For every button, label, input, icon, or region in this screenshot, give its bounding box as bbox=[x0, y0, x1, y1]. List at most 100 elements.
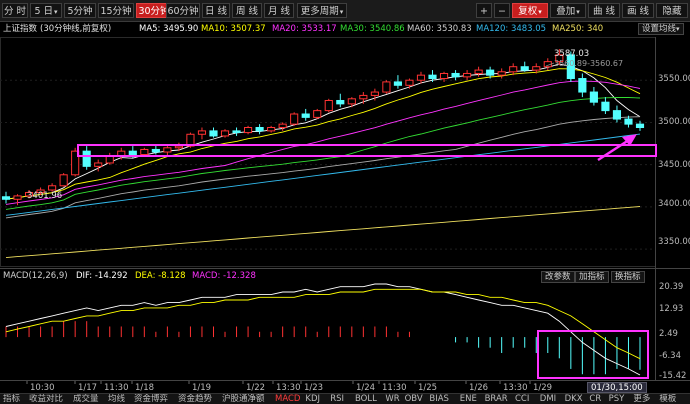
candle-body bbox=[578, 78, 587, 93]
indicator-tab[interactable]: PSY bbox=[609, 394, 625, 404]
ma10-line bbox=[5, 68, 641, 200]
low-price-label: 3401.96 bbox=[27, 191, 62, 201]
candle-body bbox=[59, 174, 68, 187]
candle-body bbox=[197, 130, 207, 135]
macd-name: MACD(12,26,9) bbox=[3, 271, 68, 281]
indicator-tab[interactable]: 资金博弈 bbox=[134, 394, 168, 404]
indicator-tab[interactable]: ENE bbox=[460, 394, 477, 404]
candle-body bbox=[324, 99, 333, 112]
price-tick-label: 3450.00 bbox=[658, 160, 690, 170]
macd-tick-label: -15.42 bbox=[659, 371, 686, 381]
add-indicator-button[interactable]: 加指标 bbox=[575, 271, 609, 283]
macd-tick-label: -6.34 bbox=[659, 351, 681, 361]
time-tick-label: 1/17 bbox=[78, 383, 97, 393]
candle-body bbox=[370, 91, 379, 96]
candle-body bbox=[520, 66, 529, 71]
macd-dif-line bbox=[5, 283, 641, 376]
candle-body bbox=[474, 69, 483, 74]
candle-body bbox=[589, 91, 598, 103]
macd-tick-label: 2.49 bbox=[659, 329, 678, 339]
candle-body bbox=[209, 130, 218, 137]
indicator-tab[interactable]: BIAS bbox=[429, 394, 449, 404]
candle-body bbox=[347, 98, 356, 105]
price-tick-label: 3550.00 bbox=[658, 74, 690, 84]
main-chart-frame bbox=[0, 37, 656, 267]
pointer-label: 3560.89-3560.67 bbox=[554, 59, 623, 68]
candle-body bbox=[128, 150, 137, 156]
candle-body bbox=[624, 118, 633, 125]
kline-chart[interactable]: 3550.00 3500.00 3450.00 3400.00 3350.00 … bbox=[0, 0, 690, 393]
time-tick-label: 11:30 bbox=[382, 383, 407, 393]
candle-body bbox=[497, 71, 506, 76]
indicator-tab[interactable]: RSI bbox=[330, 394, 344, 404]
indicator-tab[interactable]: 资金趋势 bbox=[178, 394, 212, 404]
candle-body bbox=[336, 99, 345, 105]
indicator-tab[interactable]: MACD bbox=[275, 394, 300, 404]
macd-dif: DIF: -14.292 bbox=[76, 271, 128, 281]
indicator-tab[interactable]: BOLL bbox=[355, 394, 377, 404]
edit-params-button[interactable]: 改参数 bbox=[541, 271, 575, 283]
candle-body bbox=[601, 101, 610, 112]
ma30-line bbox=[5, 97, 641, 210]
indicator-tab[interactable]: CR bbox=[589, 394, 601, 404]
time-tick-label: 1/25 bbox=[418, 383, 437, 393]
indicator-tab[interactable]: BRAR bbox=[485, 394, 508, 404]
candle-body bbox=[463, 72, 472, 78]
candle-body bbox=[416, 74, 426, 81]
candle-body bbox=[1, 196, 11, 200]
candle-body bbox=[405, 79, 414, 86]
candle-body bbox=[486, 69, 495, 76]
macd-dea-line bbox=[5, 288, 641, 360]
indicator-tab[interactable]: WR bbox=[385, 394, 399, 404]
candle-body bbox=[13, 195, 22, 200]
indicator-tab[interactable]: 更多 bbox=[633, 394, 650, 404]
indicator-tab[interactable]: DMI bbox=[540, 394, 556, 404]
candle-body bbox=[163, 147, 172, 153]
candle-body bbox=[255, 127, 264, 132]
time-tick-label: 1/26 bbox=[469, 383, 488, 393]
candle-body bbox=[428, 74, 437, 80]
price-tick-label: 3350.00 bbox=[658, 237, 690, 247]
candle-body bbox=[151, 148, 160, 153]
candle-body bbox=[612, 110, 622, 120]
indicator-tab[interactable]: 均线 bbox=[108, 394, 125, 404]
time-tick-label: 11:30 bbox=[104, 383, 129, 393]
indicator-tab[interactable]: KDJ bbox=[305, 394, 320, 404]
candle-body bbox=[451, 72, 460, 78]
indicator-tab[interactable]: DKX bbox=[565, 394, 583, 404]
ma250-line bbox=[5, 206, 641, 259]
candle-body bbox=[140, 148, 149, 156]
switch-indicator-button[interactable]: 换指标 bbox=[611, 271, 645, 283]
macd-tick-label: 20.39 bbox=[659, 282, 683, 292]
indicator-tab[interactable]: 模板 bbox=[659, 394, 676, 404]
candle-body bbox=[278, 123, 287, 129]
price-tick-label: 3400.00 bbox=[658, 199, 690, 209]
indicator-tab[interactable]: 沪股通净额 bbox=[222, 394, 265, 404]
time-tick-label: 1/18 bbox=[135, 383, 154, 393]
candle-body bbox=[267, 127, 276, 132]
macd-tick-label: 12.93 bbox=[659, 304, 683, 314]
macd-dea: DEA: -8.128 bbox=[135, 271, 186, 281]
candle-body bbox=[290, 113, 299, 125]
indicator-tab[interactable]: 成交量 bbox=[73, 394, 99, 404]
indicator-tab[interactable]: 指标 bbox=[3, 394, 20, 404]
time-tick-label: 10:30 bbox=[30, 383, 55, 393]
indicator-tab[interactable]: 收益对比 bbox=[29, 394, 63, 404]
candle-body bbox=[94, 162, 103, 167]
indicator-tab[interactable]: OBV bbox=[405, 394, 423, 404]
time-tick-label: 13:30 bbox=[503, 383, 528, 393]
candle-body bbox=[635, 123, 645, 129]
candle-body bbox=[174, 145, 183, 149]
candle-body bbox=[243, 127, 253, 134]
cursor-time-badge: 01/30,15:00 bbox=[587, 382, 647, 393]
indicator-tab[interactable]: CCI bbox=[515, 394, 529, 404]
candle-body bbox=[509, 66, 518, 73]
ma120-line bbox=[5, 133, 641, 216]
ma20-line bbox=[5, 80, 641, 205]
candle-body bbox=[82, 150, 91, 167]
candle-body bbox=[382, 81, 391, 93]
time-tick-label: 13:30 bbox=[276, 383, 301, 393]
candle-body bbox=[313, 110, 322, 118]
price-tick-label: 3500.00 bbox=[658, 117, 690, 127]
indicator-tabs: 指标 收益对比 成交量 均线 资金博弈 资金趋势 沪股通净额 MACD KDJ RSI BOLL WR… bbox=[0, 393, 690, 404]
